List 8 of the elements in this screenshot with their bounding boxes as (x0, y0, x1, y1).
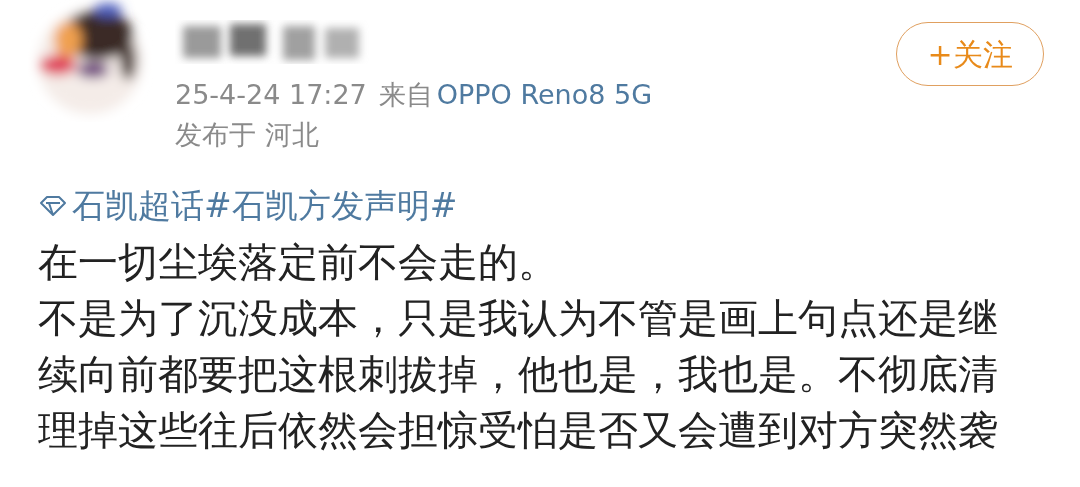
post-time: 25-4-24 17:27 (175, 78, 367, 112)
location-text: 发布于 河北 (175, 118, 320, 152)
source-label: 来自 (378, 78, 433, 112)
hashtag-link[interactable]: 石凯超话#石凯方发声明# (72, 181, 458, 231)
super-topic-icon (38, 195, 68, 217)
post-paragraph: 在一切尘埃落定前不会走的。 (38, 238, 559, 287)
post-paragraph: 不是为了沉没成本，只是我认为不管是画上句点还是继续向前都要把这根刺拔掉，他也是，我也是。不彻底清理掉这些往后依然会担惊受怕是否又会遭到对方突然袭 (38, 294, 999, 455)
device-link[interactable]: OPPO Reno8 5G (436, 76, 653, 114)
